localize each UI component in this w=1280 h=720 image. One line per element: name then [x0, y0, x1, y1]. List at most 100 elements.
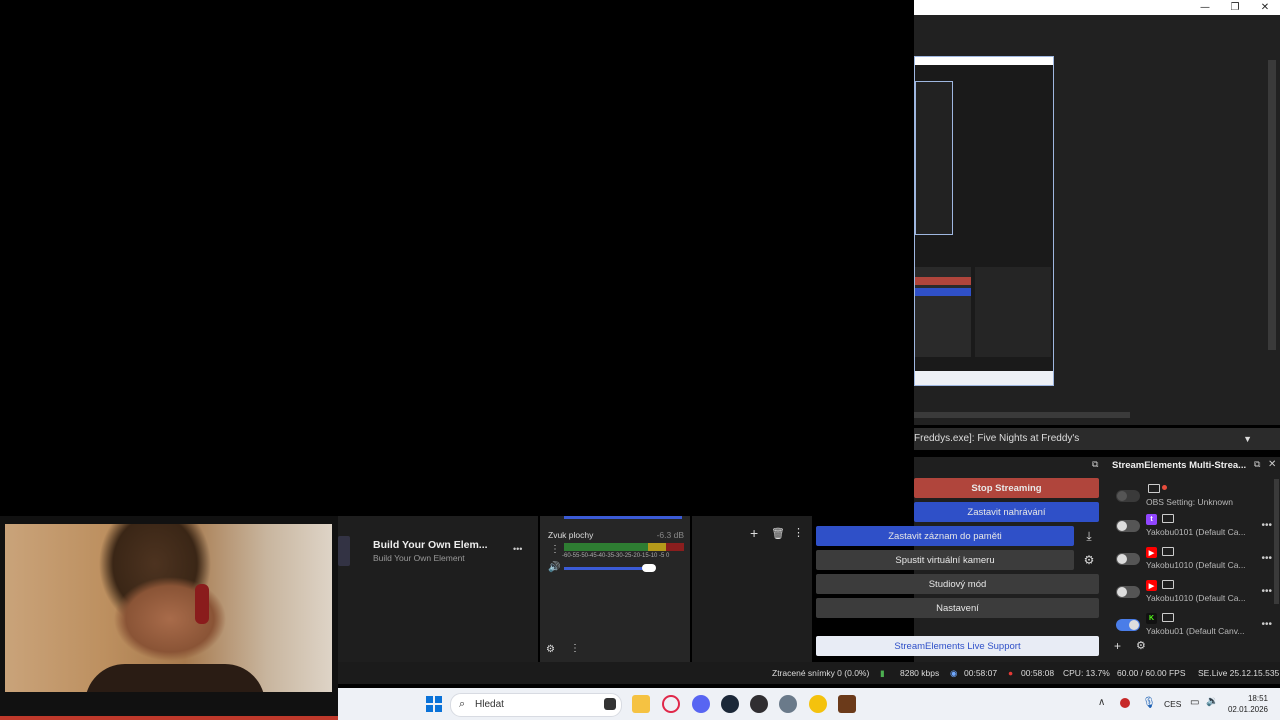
audio-mixer: Zvuk plochy -6.3 dB ⋮ -60-55-50-45-40-35…: [540, 516, 690, 662]
game-capture-area: [0, 0, 914, 516]
source-selector[interactable]: Freddys.exe]: Five Nights at Freddy's ▼: [914, 428, 1280, 450]
opera-icon[interactable]: [662, 695, 680, 713]
youtube-icon: ▶: [1146, 547, 1157, 558]
file-explorer-icon[interactable]: [632, 695, 650, 713]
monitor-icon: [1162, 514, 1174, 523]
record-time: 00:58:08: [1021, 668, 1055, 678]
dropped-frames: Ztracené snímky 0 (0.0%): [772, 668, 870, 678]
more-options-icon[interactable]: •••: [1261, 619, 1272, 630]
toggle-switch[interactable]: [1116, 553, 1140, 565]
toggle-switch[interactable]: [1116, 520, 1140, 532]
start-virtual-camera-button[interactable]: Spustit virtuální kameru: [816, 550, 1074, 570]
settings-button[interactable]: Nastavení: [816, 598, 1099, 618]
mixer-channel-name: Zvuk plochy: [548, 530, 594, 540]
level-meter: [564, 543, 684, 551]
volume-icon[interactable]: 🔉: [1206, 696, 1218, 707]
source-selector-label: Freddys.exe]: Five Nights at Freddy's: [914, 433, 1080, 444]
stream-time: 00:58:07: [964, 668, 998, 678]
multistream-row: ▶ Yakobu1010 (Default Ca... •••: [1106, 578, 1280, 608]
tray-app-icon[interactable]: [1120, 698, 1130, 708]
version: SE.Live 25.12.15.535: [1198, 668, 1280, 678]
network-icon[interactable]: ▭: [1190, 697, 1199, 708]
save-replay-icon[interactable]: ⤓: [1079, 526, 1099, 546]
toggle-switch[interactable]: [1116, 490, 1140, 502]
twitch-icon: t: [1146, 514, 1157, 525]
multistream-title: StreamElements Multi-Strea...: [1112, 460, 1247, 471]
dock-scrollbar[interactable]: [1274, 479, 1279, 604]
minimize-icon[interactable]: —: [1190, 0, 1220, 15]
chevron-down-icon[interactable]: ▼: [1243, 428, 1252, 450]
task-view-icon[interactable]: [604, 698, 616, 710]
bitrate: 8280 kbps: [900, 668, 940, 678]
gear-icon[interactable]: ⚙: [1136, 639, 1146, 652]
preview-scrollbar-horizontal[interactable]: [914, 412, 1130, 418]
volume-slider-top[interactable]: [564, 516, 682, 519]
close-icon[interactable]: ✕: [1250, 0, 1280, 15]
multistream-row: K Yakobu01 (Default Canv... •••: [1106, 611, 1280, 641]
restore-icon[interactable]: ❐: [1220, 0, 1250, 15]
clock[interactable]: 18:51 02.01.2026: [1228, 693, 1268, 715]
stop-streaming-button[interactable]: Stop Streaming: [914, 478, 1099, 498]
more-options-icon[interactable]: •••: [1261, 520, 1272, 531]
obs-icon[interactable]: [750, 695, 768, 713]
toggle-switch[interactable]: [1116, 586, 1140, 598]
kebab-menu-icon[interactable]: ⋮: [570, 643, 580, 654]
stop-replay-buffer-button[interactable]: Zastavit záznam do paměti: [816, 526, 1074, 546]
preview-thumbnail: [914, 56, 1054, 386]
chevron-up-icon[interactable]: ∧: [1098, 697, 1105, 708]
volume-slider[interactable]: [564, 567, 648, 570]
multistream-row-label: Yakobu01 (Default Canv...: [1146, 626, 1245, 636]
monitor-icon: [1162, 580, 1174, 589]
webcam-accent-bar: [0, 716, 338, 720]
close-icon[interactable]: ✕: [1268, 459, 1276, 470]
taskbar-search[interactable]: ⌕ Hledat: [450, 693, 622, 717]
kebab-menu-icon[interactable]: ⋮: [793, 526, 804, 539]
youtube-icon: ▶: [1146, 580, 1157, 591]
kebab-menu-icon[interactable]: ⋮: [550, 544, 560, 555]
multistream-dock: StreamElements Multi-Strea... ⧉ ✕ OBS Se…: [1106, 457, 1280, 662]
mixer-level: -6.3 dB: [656, 530, 684, 540]
dock-float-icon[interactable]: ⧉: [1254, 459, 1260, 470]
more-options-icon[interactable]: •••: [513, 544, 522, 554]
multistream-row-label: Yakobu0101 (Default Ca...: [1146, 527, 1246, 537]
transitions-dock: + 🗑 ⋮: [692, 516, 812, 662]
gear-icon[interactable]: ⚙: [1079, 550, 1099, 570]
nested-multistream: [975, 267, 1051, 357]
settings-icon[interactable]: [779, 695, 797, 713]
taskbar: ⌕ Hledat ∧ 🎙 CES ▭ 🔉 18:51 02.01.2026: [338, 688, 1280, 720]
se-live-support-button[interactable]: StreamElements Live Support: [816, 636, 1099, 656]
toggle-switch[interactable]: [1116, 619, 1140, 631]
steam-icon[interactable]: [721, 695, 739, 713]
fps: 60.00 / 60.00 FPS: [1117, 668, 1186, 678]
studio-mode-button[interactable]: Studiový mód: [816, 574, 1099, 594]
search-placeholder: Hledat: [475, 699, 504, 710]
more-options-icon[interactable]: •••: [1261, 553, 1272, 564]
multistream-row: OBS Setting: Unknown: [1106, 482, 1280, 512]
status-bar: Ztracené snímky 0 (0.0%) ▮ 8280 kbps ◉ 0…: [338, 662, 1280, 684]
microphone-icon[interactable]: 🎙: [1142, 696, 1156, 709]
multistream-row: ▶ Yakobu1010 (Default Ca... •••: [1106, 545, 1280, 575]
webcam-headphones: [195, 584, 209, 624]
dock-float-icon[interactable]: ⧉: [1092, 459, 1098, 470]
kick-icon: K: [1146, 613, 1157, 624]
chrome-icon[interactable]: [809, 695, 827, 713]
preview-scrollbar-vertical[interactable]: [1268, 60, 1276, 350]
live-dot-icon: [1162, 485, 1167, 490]
record-icon: ●: [1008, 668, 1014, 678]
stop-recording-button[interactable]: Zastavit nahrávání: [914, 502, 1099, 522]
cpu-usage: CPU: 13.7%: [1063, 668, 1110, 678]
volume-slider-handle[interactable]: [642, 564, 656, 572]
windows-start-icon[interactable]: [426, 696, 442, 712]
more-options-icon[interactable]: •••: [1261, 586, 1272, 597]
advanced-audio-icon[interactable]: ⚙: [546, 644, 555, 655]
nested-titlebar: [915, 57, 1053, 65]
speaker-icon[interactable]: 🔊: [548, 562, 560, 573]
fnaf-icon[interactable]: [838, 695, 856, 713]
discord-icon[interactable]: [692, 695, 710, 713]
add-icon[interactable]: +: [1114, 639, 1121, 653]
add-icon[interactable]: +: [750, 525, 758, 541]
nested-taskbar: [915, 371, 1053, 385]
stream-icon: ◉: [950, 668, 958, 678]
language-indicator[interactable]: CES: [1164, 699, 1181, 709]
trash-icon[interactable]: 🗑: [771, 527, 785, 540]
